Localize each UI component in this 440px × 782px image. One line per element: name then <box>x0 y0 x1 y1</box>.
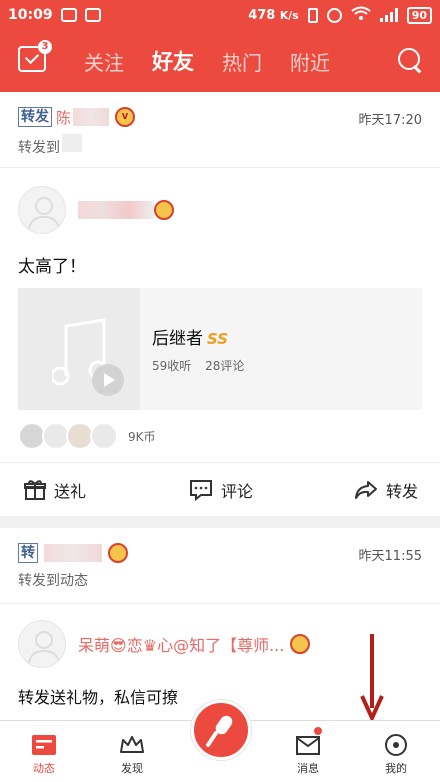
comment-icon <box>189 479 212 501</box>
post-text: 太高了！ <box>18 257 86 277</box>
tab-following[interactable]: 关注 <box>84 47 124 76</box>
sing-button[interactable] <box>191 700 251 760</box>
gift-sender-avatar <box>90 422 118 450</box>
play-icon[interactable] <box>92 364 124 396</box>
post-username-part1: 呆萌 <box>78 636 111 655</box>
post-body: 太高了！ 后继者 SS 59收听 28评论 9K币 <box>0 168 440 462</box>
post-time: 昨天11:55 <box>358 549 422 564</box>
status-time: 10:09 <box>8 7 53 23</box>
unread-dot <box>314 727 322 735</box>
vip-level-icon: V <box>115 107 136 127</box>
tab-friends[interactable]: 好友 <box>152 46 194 76</box>
comment-count: 28评论 <box>205 359 245 373</box>
repost-tag: 转发 <box>18 107 52 127</box>
mic-icon <box>206 715 233 747</box>
share-icon <box>354 480 377 499</box>
vip-level-icon <box>154 200 174 220</box>
battery-indicator: 90 <box>406 6 432 24</box>
alarm-icon <box>326 7 342 23</box>
network-speed-value: 478 <box>248 7 276 23</box>
blurred-target <box>62 134 82 152</box>
tab-nearby[interactable]: 附近 <box>290 47 330 76</box>
network-speed-unit: K/s <box>279 8 299 22</box>
repost-header: 转发 陈 V 昨天17:20 转发到 <box>0 92 440 168</box>
emoji-icon: 😎 <box>110 636 127 655</box>
nav-discover-label: 发现 <box>121 762 143 775</box>
post-username-part2: 恋 <box>126 636 143 655</box>
listen-count: 59收听 <box>152 359 192 373</box>
checkin-badge: 3 <box>38 40 52 54</box>
vibrate-icon <box>307 7 318 23</box>
comment-button[interactable]: 评论 <box>155 478 286 502</box>
nav-discover[interactable]: 发现 <box>88 721 176 782</box>
repost-tag: 转 <box>18 543 38 563</box>
repost-header: 转 昨天11:55 转发到动态 <box>0 528 440 604</box>
gift-label: 送礼 <box>54 481 87 501</box>
feed-icon <box>32 735 56 755</box>
crown-emoji-icon: ♛ <box>142 636 158 655</box>
status-bar: 10:09 478 K/s 90 <box>0 0 440 30</box>
post-username-part3: 心@知了【尊师... <box>157 636 285 655</box>
song-card[interactable]: 后继者 SS 59收听 28评论 <box>18 288 422 410</box>
nav-messages[interactable]: 消息 <box>264 721 352 782</box>
gift-icon <box>24 479 46 500</box>
avatar[interactable] <box>18 186 66 234</box>
feed-tabs: 关注 好友 热门 附近 <box>84 30 358 92</box>
tab-hot[interactable]: 热门 <box>222 47 262 76</box>
notification-icon <box>60 8 77 22</box>
nav-feed-label: 动态 <box>33 762 55 775</box>
signal-icon <box>379 8 398 22</box>
nav-messages-label: 消息 <box>297 762 319 775</box>
repost-username[interactable]: 陈 <box>56 107 71 128</box>
card-divider <box>0 516 440 528</box>
vip-level-icon <box>108 543 128 563</box>
profile-icon <box>385 734 407 756</box>
post-username[interactable]: 呆萌😎恋♛心@知了【尊师... <box>78 632 284 656</box>
nav-profile-label: 我的 <box>385 762 407 775</box>
top-header: 3 关注 好友 热门 附近 <box>0 30 440 92</box>
share-label: 转发 <box>385 481 418 501</box>
nav-profile[interactable]: 我的 <box>352 721 440 782</box>
gift-senders[interactable]: 9K币 <box>18 410 422 462</box>
wifi-icon <box>351 6 371 24</box>
vip-level-icon <box>290 634 311 654</box>
blurred-name <box>44 544 102 562</box>
song-score-badge: SS <box>207 330 229 348</box>
post-actions: 送礼 评论 转发 <box>0 462 440 516</box>
share-button[interactable]: 转发 <box>287 478 440 502</box>
repost-target: 转发到 <box>18 134 422 157</box>
nav-feed[interactable]: 动态 <box>0 721 88 782</box>
blurred-username[interactable] <box>78 201 154 219</box>
avatar[interactable] <box>18 620 66 668</box>
comment-label: 评论 <box>220 481 253 501</box>
repost-target: 转发到动态 <box>18 573 88 589</box>
song-title: 后继者 <box>152 329 203 349</box>
gift-button[interactable]: 送礼 <box>0 478 155 502</box>
blurred-name <box>73 108 110 126</box>
feed-card: 转发 陈 V 昨天17:20 转发到 太高了！ 后继者 SS 59收听 28评论… <box>0 92 440 516</box>
repost-target-text: 转发到 <box>18 140 60 156</box>
search-icon[interactable] <box>396 46 424 74</box>
post-time: 昨天17:20 <box>358 113 422 128</box>
image-notification-icon <box>84 8 101 22</box>
feed-list[interactable]: 转发 陈 V 昨天17:20 转发到 太高了！ 后继者 SS 59收听 28评论… <box>0 92 440 720</box>
annotation-arrow-icon <box>360 634 384 720</box>
coin-total: 9K币 <box>128 429 156 444</box>
song-cover[interactable] <box>18 288 140 410</box>
network-speed: 478 K/s <box>248 8 298 23</box>
message-icon <box>296 736 320 755</box>
crown-icon <box>120 736 144 753</box>
